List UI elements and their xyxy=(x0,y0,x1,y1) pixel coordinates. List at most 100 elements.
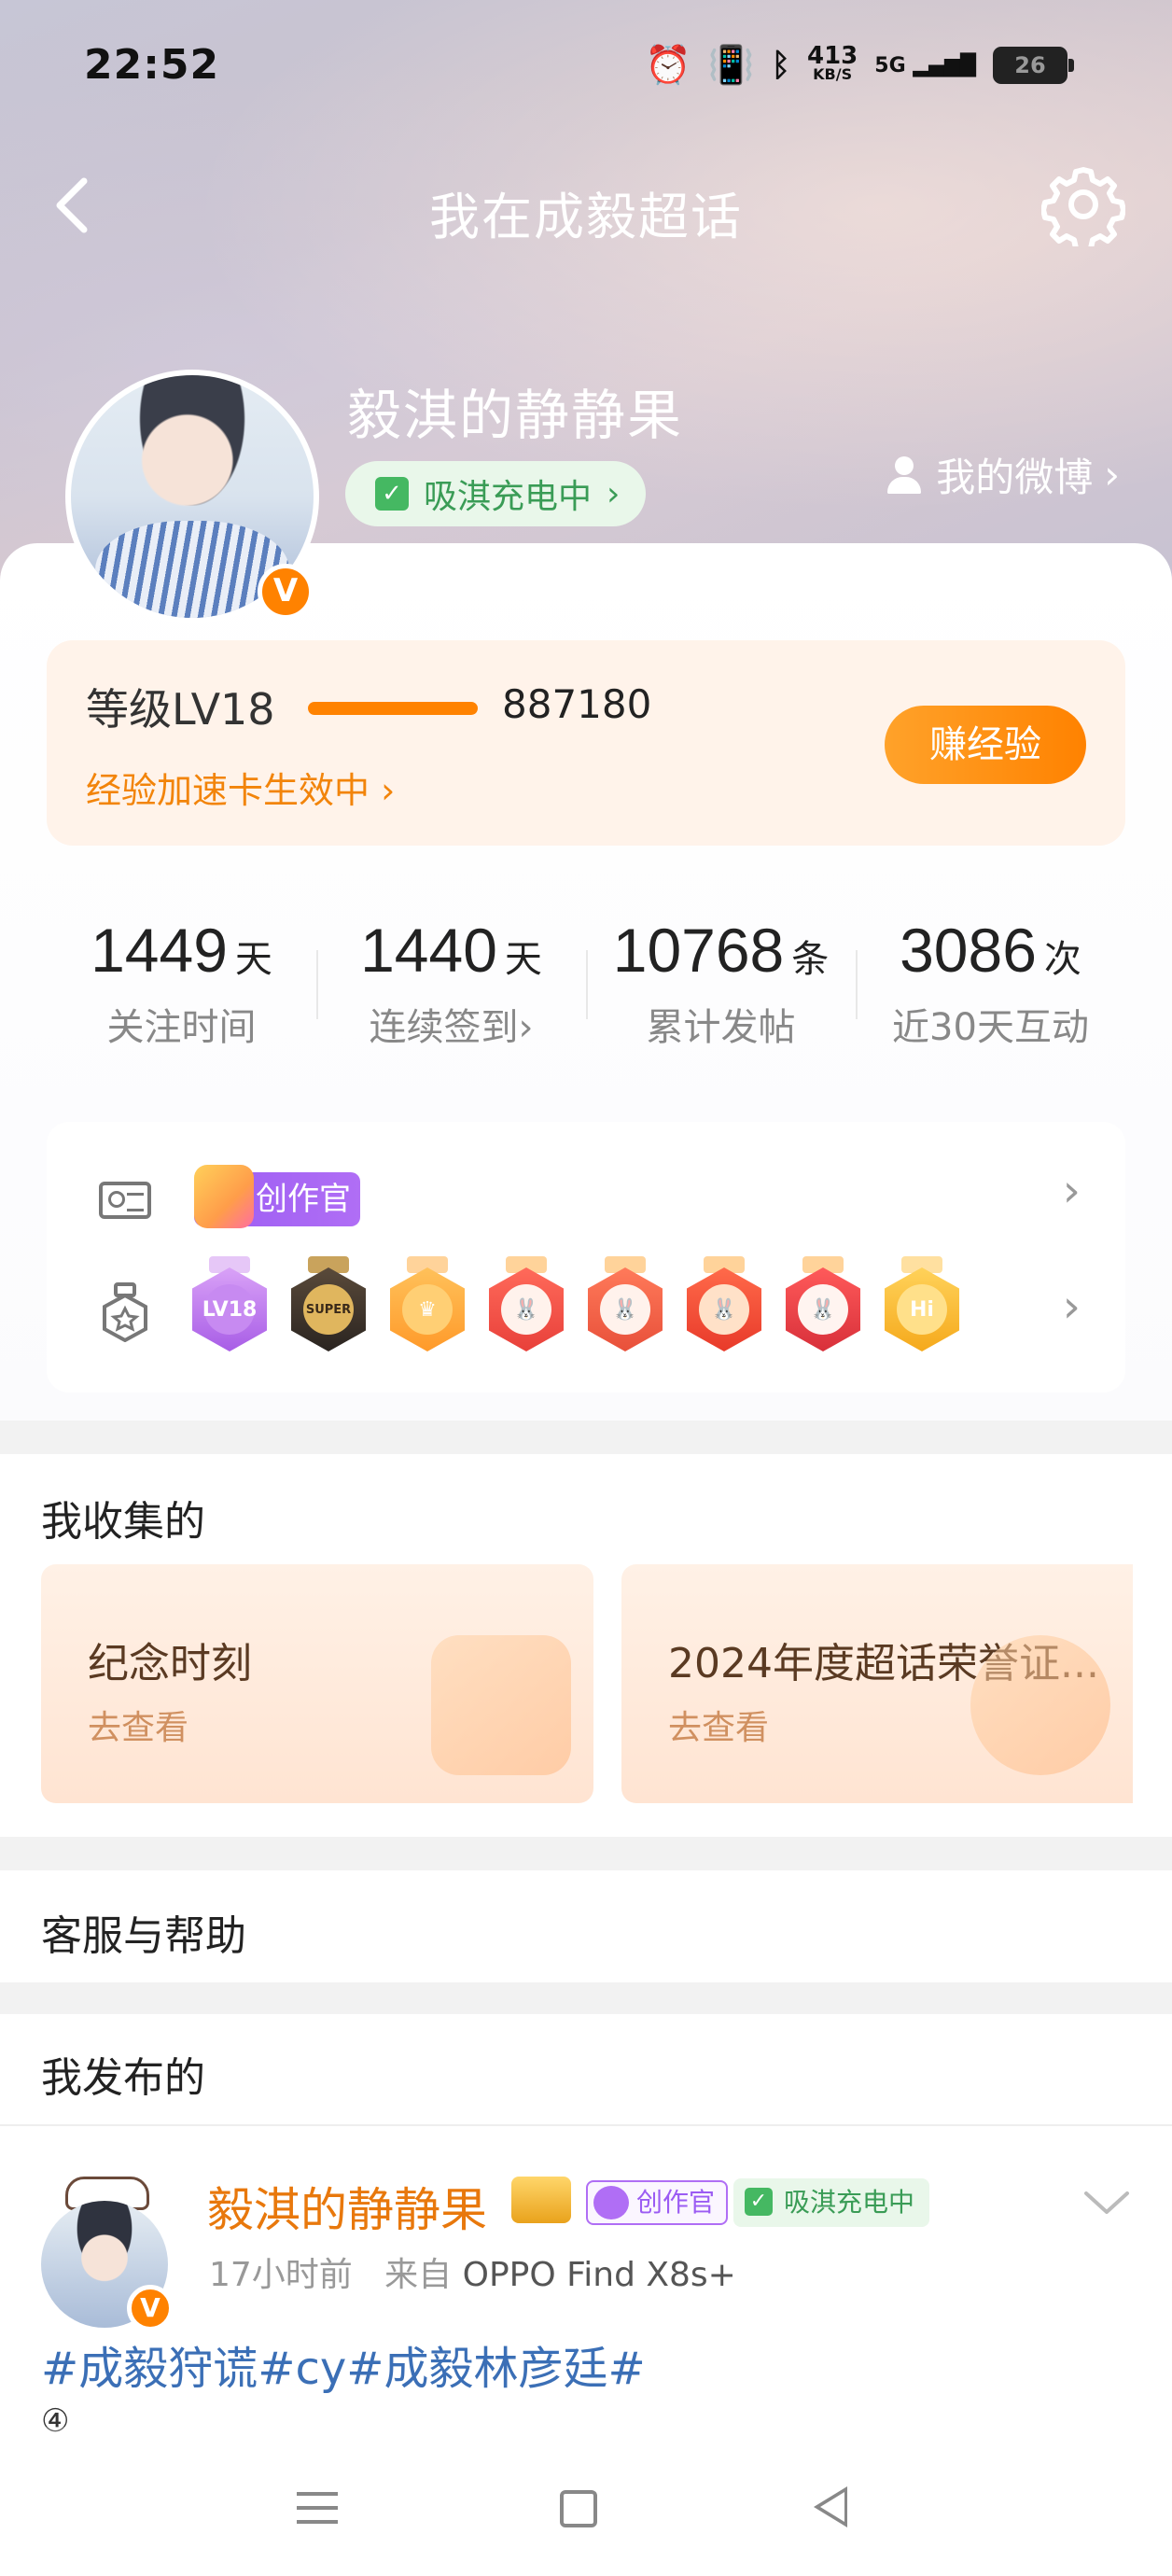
section-gap xyxy=(0,1982,1172,2014)
medal-row[interactable]: LV18 SUPER ♛ 🐰 🐰 🐰 🐰 Hi › xyxy=(47,1253,1125,1374)
stat-interactions: 3086 次 近30天互动 xyxy=(856,875,1125,1090)
super-medal-icon: SUPER xyxy=(291,1256,366,1355)
chevron-down-icon[interactable] xyxy=(1079,2184,1135,2221)
level-progress-bar xyxy=(308,702,478,715)
posted-title: 我发布的 xyxy=(41,2054,205,2102)
back-triangle-icon[interactable] xyxy=(814,2486,847,2527)
my-weibo-label: 我的微博 xyxy=(936,455,1094,500)
stat-label-text: 连续签到 xyxy=(369,1006,519,1049)
post-from-label: 来自 xyxy=(384,2256,453,2294)
creator-badge: 创作官 xyxy=(194,1165,360,1228)
rabbit-medal-2-icon: 🐰 xyxy=(588,1256,663,1355)
stat-checkin-days[interactable]: 1440 天 连续签到› xyxy=(316,875,586,1090)
stat-label: 连续签到› xyxy=(316,997,586,1051)
stat-follow-days: 1449 天 关注时间 xyxy=(47,875,316,1090)
section-gap xyxy=(0,1421,1172,1454)
creator-badge-label: 创作官 xyxy=(256,1181,351,1218)
help-section[interactable]: 客服与帮助 xyxy=(0,1870,1172,1982)
network-type: 5G xyxy=(874,53,906,77)
exp-boost-link[interactable]: 经验加速卡生效中 › xyxy=(86,762,395,813)
collected-card-title: 纪念时刻 xyxy=(88,1640,252,1687)
my-weibo-link[interactable]: 我的微博 › xyxy=(884,446,1120,503)
page-title: 我在成毅超话 xyxy=(429,188,743,246)
level-label: 等级LV18 xyxy=(86,684,275,735)
settings-gear-icon[interactable] xyxy=(1041,162,1125,246)
alarm-icon: ⏰ xyxy=(644,44,691,87)
stat-unit: 天 xyxy=(504,938,542,981)
post-author-name[interactable]: 毅淇的静静果 xyxy=(207,2173,487,2240)
status-bar: 22:52 ⏰ 📳 ᛒ 413 KB/S 5G ▂▄▆█ 26 xyxy=(0,0,1172,131)
badges-panel: 创作官 › LV18 SUPER ♛ 🐰 🐰 🐰 🐰 Hi › xyxy=(47,1122,1125,1393)
charge-status-pill[interactable]: ✓ 吸淇充电中 › xyxy=(345,461,647,526)
post-time: 17小时前 xyxy=(209,2256,353,2294)
chevron-right-icon: › xyxy=(607,474,621,513)
earn-exp-button[interactable]: 赚经验 xyxy=(885,706,1086,784)
collected-card-sub: 去查看 xyxy=(88,1709,189,1747)
verified-badge: V xyxy=(127,2285,174,2331)
collected-card-sub: 去查看 xyxy=(668,1709,770,1747)
experience-points: 887180 xyxy=(502,681,652,727)
stat-unit: 次 xyxy=(1043,938,1081,981)
calendar-heart-icon xyxy=(431,1635,571,1775)
username: 毅淇的静静果 xyxy=(347,384,684,447)
memorial-moments-card[interactable]: 纪念时刻 去查看 xyxy=(41,1564,593,1803)
verified-badge: V xyxy=(258,564,314,620)
help-title: 客服与帮助 xyxy=(41,1912,246,1960)
stat-label: 关注时间 xyxy=(106,1006,257,1049)
stat-unit: 天 xyxy=(234,938,272,981)
bluetooth-icon: ᛒ xyxy=(771,47,790,84)
stat-unit: 条 xyxy=(791,938,830,981)
chevron-right-icon: › xyxy=(1104,452,1120,497)
divider xyxy=(0,2124,1172,2126)
post-creator-tag: 创作官 xyxy=(586,2180,729,2225)
battery-icon: 26 xyxy=(993,47,1074,84)
stat-value: 1449 xyxy=(91,916,228,985)
vibrate-icon: 📳 xyxy=(707,44,755,87)
stat-value: 10768 xyxy=(612,916,785,985)
chevron-right-icon: › xyxy=(1062,1165,1081,1217)
chevron-right-icon: › xyxy=(518,1006,534,1049)
stat-value: 3086 xyxy=(900,916,1037,985)
net-speed-value: 413 xyxy=(807,42,858,70)
gift-icon xyxy=(194,1165,254,1228)
crown-medal-icon: ♛ xyxy=(390,1256,465,1355)
system-navigation-bar xyxy=(0,2427,1172,2576)
crown-icon xyxy=(511,2177,571,2223)
calendar-check-icon: ✓ xyxy=(375,477,409,511)
nav-bar: 我在成毅超话 xyxy=(0,149,1172,261)
rabbit-medal-3-icon: 🐰 xyxy=(687,1256,761,1355)
post-source: OPPO Find X8s+ xyxy=(462,2256,736,2294)
signal-5g-icon: 5G ▂▄▆█ xyxy=(874,53,976,77)
level-card: 等级LV18 887180 经验加速卡生效中 › 赚经验 xyxy=(47,640,1125,846)
exp-boost-label: 经验加速卡生效中 xyxy=(86,770,370,811)
post-meta: 17小时前 来自 OPPO Find X8s+ xyxy=(209,2247,736,2296)
id-card-icon xyxy=(99,1182,151,1219)
title-badge-row[interactable]: 创作官 › xyxy=(47,1150,1125,1253)
hi-medal-icon: Hi xyxy=(885,1256,959,1355)
stats-row: 1449 天 关注时间 1440 天 连续签到› 10768 条 累计发帖 3086 次… xyxy=(47,875,1125,1090)
stat-value: 1440 xyxy=(360,916,497,985)
rabbit-medal-4-icon: 🐰 xyxy=(786,1256,860,1355)
recent-apps-icon[interactable] xyxy=(297,2492,338,2524)
super-medal-text: SUPER xyxy=(303,1284,354,1335)
honor-certificate-card[interactable]: 2024年度超话荣誉证... 去查看 xyxy=(621,1564,1133,1803)
post-text[interactable]: #成毅狩谎#cy#成毅林彦廷# xyxy=(41,2331,646,2397)
collected-title: 我收集的 xyxy=(41,1498,205,1546)
charge-status-label: 吸淇充电中 xyxy=(424,478,593,516)
net-speed: 413 KB/S xyxy=(807,42,858,84)
person-icon xyxy=(884,455,925,496)
lv18-medal-text: LV18 xyxy=(202,1284,257,1335)
home-icon[interactable] xyxy=(560,2490,597,2527)
collected-section: 我收集的 纪念时刻 去查看 2024年度超话荣誉证... 去查看 xyxy=(0,1454,1172,1837)
stat-label: 累计发帖 xyxy=(646,1006,796,1049)
chevron-right-icon: › xyxy=(381,770,396,811)
stat-label: 近30天互动 xyxy=(892,1006,1089,1049)
medal-ribbon-icon xyxy=(970,1635,1110,1775)
hi-medal-text: Hi xyxy=(897,1284,947,1335)
lv18-medal-icon: LV18 xyxy=(192,1256,267,1355)
status-time: 22:52 xyxy=(84,41,220,89)
post-charge-tag: 吸淇充电中 xyxy=(733,2178,930,2227)
medal-outline-icon xyxy=(103,1282,147,1342)
net-speed-unit: KB/S xyxy=(813,65,853,83)
battery-level: 26 xyxy=(1014,52,1046,78)
